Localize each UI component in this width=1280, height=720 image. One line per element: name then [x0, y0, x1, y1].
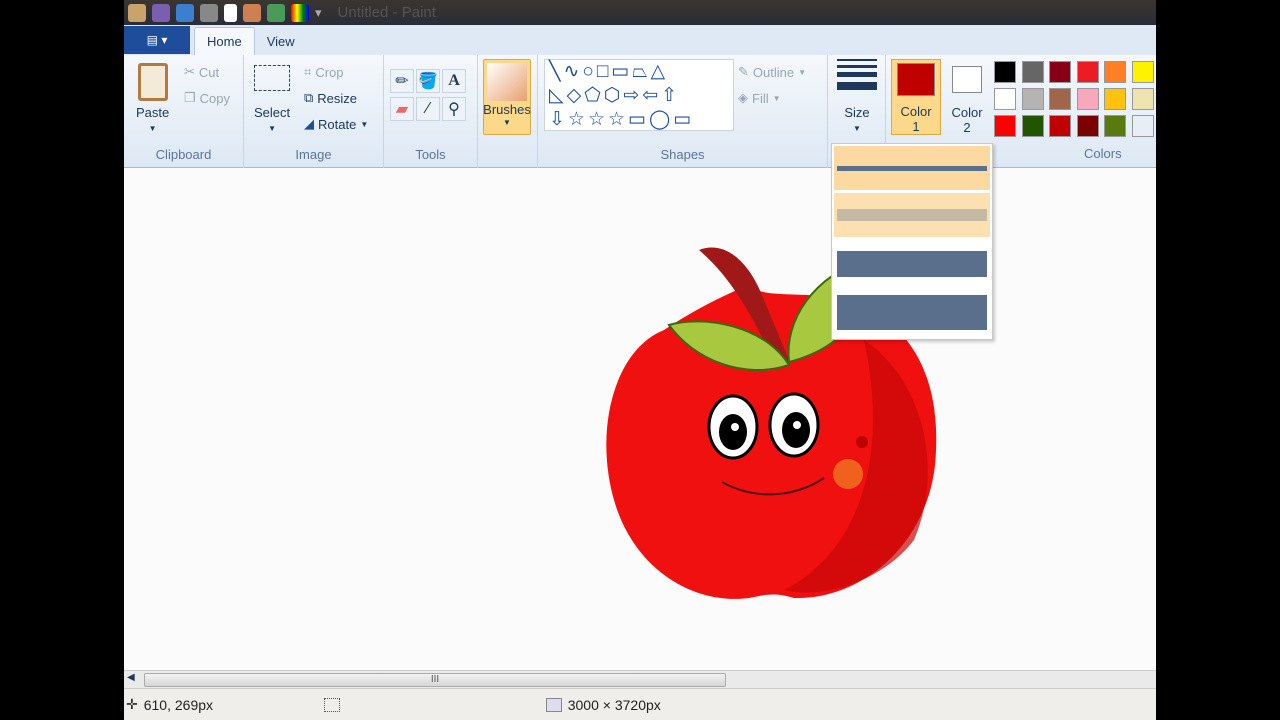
brushes-group: Brushes ▼	[478, 55, 538, 168]
eraser-icon[interactable]: ▰	[390, 97, 414, 121]
image-group: Select ▼ ⌗ Crop ⧉ Resize ◢ Rotate ▼ Image	[244, 55, 384, 168]
tab-view[interactable]: View	[255, 28, 307, 55]
resize-button[interactable]: ⧉ Resize	[304, 90, 357, 106]
paint-window: ▾ Untitled - Paint ▤ ▾ Home View Paste ▼ …	[124, 0, 1156, 720]
size-option-4[interactable]	[834, 290, 990, 334]
palette-swatch[interactable]	[1021, 61, 1044, 83]
cut-button[interactable]: ✂ Cut	[184, 64, 219, 80]
palette-swatch[interactable]	[1049, 61, 1071, 83]
copy-button[interactable]: ❐ Copy	[184, 90, 230, 106]
tools-label: Tools	[415, 147, 446, 162]
palette-swatch[interactable]	[1131, 88, 1154, 110]
paint-icon[interactable]	[128, 3, 146, 22]
palette-swatch[interactable]	[1131, 61, 1154, 83]
size-button[interactable]: Size ▼	[834, 59, 880, 133]
size-option-3[interactable]	[834, 242, 990, 286]
new-icon[interactable]	[224, 3, 237, 22]
rotate-button[interactable]: ◢ Rotate ▼	[304, 116, 368, 132]
clipboard-group: Paste ▼ ✂ Cut ❐ Copy Clipboard	[124, 55, 244, 168]
color2-button[interactable]: Color 2	[942, 59, 992, 135]
resize-icon: ⧉	[304, 90, 314, 105]
palette-swatch[interactable]	[1049, 88, 1071, 110]
clipboard-label: Clipboard	[155, 147, 212, 162]
image-label: Image	[295, 147, 332, 162]
apple-drawing	[606, 247, 937, 599]
fill-icon: ◈	[738, 90, 748, 105]
magnifier-icon[interactable]: ⚲	[442, 97, 466, 121]
copy-icon: ❐	[184, 90, 196, 105]
canvas-size-icon	[545, 697, 562, 712]
color-picker-icon[interactable]: ⁄	[416, 97, 440, 121]
fill-bucket-icon[interactable]: 🪣	[416, 69, 440, 93]
brushes-button[interactable]: Brushes ▼	[483, 59, 531, 135]
palette-swatch[interactable]	[1104, 88, 1126, 110]
brush-icon	[487, 63, 527, 101]
select-icon	[254, 65, 291, 91]
colors-label: Colors	[1084, 146, 1122, 161]
outline-icon: ✎	[738, 64, 749, 79]
palette-swatch[interactable]	[994, 61, 1016, 83]
palette-swatch[interactable]	[1076, 88, 1099, 110]
canvas-size: 3000 × 3720px	[567, 696, 661, 713]
palette-swatch[interactable]	[1131, 115, 1154, 137]
shapes-label: Shapes	[660, 147, 705, 162]
palette-swatch[interactable]	[994, 88, 1016, 110]
customize-icon[interactable]: ▾	[315, 5, 322, 21]
shapes-group: ╲∿○□▭⏢△ ◺◇⬠⬡⇨⇦⇧ ⇩☆☆☆▭◯▭ ✎ Outline ▼ ◈ Fill ▼ S…	[538, 55, 828, 168]
palette-swatch[interactable]	[1076, 61, 1099, 83]
rotate-icon: ◢	[304, 116, 314, 131]
palette-swatch[interactable]	[1104, 61, 1126, 83]
menu-icon: ▤ ▾	[146, 33, 168, 47]
redo-icon[interactable]	[200, 3, 218, 22]
fill-button[interactable]: ◈ Fill ▼	[738, 90, 781, 106]
clipboard-icon	[137, 63, 168, 101]
tools-group: ✏ 🪣 A ▰ ⁄ ⚲ Tools	[384, 55, 478, 168]
size-option-2[interactable]	[834, 193, 990, 237]
text-icon[interactable]: A	[442, 69, 466, 93]
ribbon: Paste ▼ ✂ Cut ❐ Copy Clipboard Select ▼ ⌗ Cro…	[124, 55, 1156, 168]
select-button[interactable]: Select ▼	[254, 65, 290, 133]
palette-swatch[interactable]	[1021, 88, 1044, 110]
palette-swatch[interactable]	[1049, 115, 1071, 137]
paste-button[interactable]: Paste ▼	[136, 63, 169, 133]
color1-button[interactable]: Color 1	[891, 59, 941, 135]
paint3d-icon[interactable]	[267, 3, 285, 22]
title-bar: ▾ Untitled - Paint	[124, 0, 1156, 25]
size-option-1[interactable]	[834, 146, 990, 190]
fill-icon[interactable]	[243, 3, 261, 22]
window-title: Untitled - Paint	[337, 4, 436, 21]
ribbon-tabs: ▤ ▾ Home View	[124, 25, 1156, 55]
tab-home[interactable]: Home	[194, 27, 255, 55]
scissors-icon: ✂	[184, 64, 195, 79]
shapes-gallery[interactable]: ╲∿○□▭⏢△ ◺◇⬠⬡⇨⇦⇧ ⇩☆☆☆▭◯▭	[544, 59, 734, 131]
outline-button[interactable]: ✎ Outline ▼	[738, 64, 806, 80]
colors-icon[interactable]	[291, 3, 309, 22]
crop-icon: ⌗	[304, 64, 312, 79]
palette-swatch[interactable]	[1076, 115, 1099, 137]
palette-swatch[interactable]	[1104, 115, 1126, 137]
selection-size-icon	[323, 697, 340, 712]
scroll-left-icon[interactable]: ◀	[127, 672, 135, 683]
scrollbar-thumb[interactable]: III	[144, 673, 726, 687]
drawing-canvas[interactable]	[124, 168, 1156, 670]
save-icon[interactable]	[152, 3, 170, 22]
pencil-icon[interactable]: ✏	[390, 69, 414, 93]
cursor-position: 610, 269px	[143, 696, 214, 713]
cursor-position-icon: ✛	[126, 696, 138, 712]
size-dropdown	[831, 143, 993, 340]
horizontal-scrollbar[interactable]: ◀ III	[124, 670, 1156, 688]
palette-swatch[interactable]	[994, 115, 1016, 137]
palette-swatch[interactable]	[1021, 115, 1044, 137]
undo-icon[interactable]	[176, 3, 194, 22]
file-menu-button[interactable]: ▤ ▾	[124, 26, 190, 54]
status-bar: ✛ 610, 269px 3000 × 3720px	[124, 688, 1156, 720]
color2-swatch	[952, 66, 982, 93]
crop-button[interactable]: ⌗ Crop	[304, 64, 344, 80]
color1-swatch	[897, 63, 935, 96]
line-size-icon	[837, 59, 877, 91]
